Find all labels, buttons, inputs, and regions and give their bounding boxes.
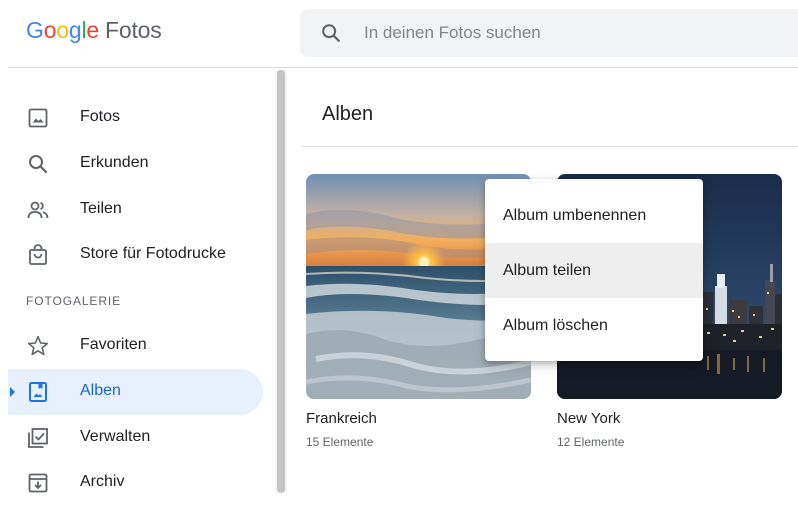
sidebar-item-erkunden[interactable]: Erkunden <box>8 141 263 187</box>
sidebar: Fotos Erkunden Teilen Store für Fotodruc… <box>0 68 275 493</box>
people-icon <box>27 201 49 219</box>
sidebar-item-label: Fotos <box>80 108 121 125</box>
logo-letter: g <box>68 17 82 43</box>
sidebar-scrollbar[interactable] <box>275 70 287 493</box>
logo-letter: e <box>86 17 99 43</box>
sidebar-item-label: Alben <box>80 382 121 399</box>
sidebar-item-label: Erkunden <box>80 154 149 171</box>
utilities-icon <box>28 428 48 448</box>
sidebar-item-archiv[interactable]: Archiv <box>8 460 263 506</box>
menu-item-rename-album[interactable]: Album umbenennen <box>485 188 703 243</box>
album-title[interactable]: New York <box>557 410 620 427</box>
album-title[interactable]: Frankreich <box>306 410 377 427</box>
sidebar-item-fotos[interactable]: Fotos <box>8 95 263 141</box>
google-photos-logo[interactable]: Google Fotos <box>26 17 162 44</box>
menu-item-share-album[interactable]: Album teilen <box>485 243 703 298</box>
page-title: Alben <box>322 103 374 125</box>
star-icon <box>27 336 49 356</box>
sidebar-item-label: Store für Fotodrucke <box>80 245 226 262</box>
search-icon <box>29 155 48 174</box>
logo-letter: o <box>56 17 69 43</box>
title-divider <box>302 146 798 147</box>
album-icon <box>29 382 47 402</box>
sidebar-item-alben[interactable]: Alben <box>8 369 263 415</box>
sidebar-item-label: Archiv <box>80 473 125 490</box>
sidebar-item-verwalten[interactable]: Verwalten <box>8 415 263 461</box>
album-context-menu: Album umbenennen Album teilen Album lösc… <box>485 179 703 361</box>
search-icon[interactable] <box>320 22 342 44</box>
shopping-bag-icon <box>29 244 47 265</box>
menu-item-delete-album[interactable]: Album löschen <box>485 298 703 353</box>
header: Google Fotos <box>0 0 798 68</box>
sidebar-item-label: Verwalten <box>80 428 151 445</box>
sidebar-item-store[interactable]: Store für Fotodrucke <box>8 232 263 278</box>
scrollbar-thumb[interactable] <box>277 70 285 493</box>
album-item-count: 15 Elemente <box>306 435 374 449</box>
album-item-count: 12 Elemente <box>557 435 625 449</box>
archive-icon <box>28 473 48 493</box>
search-input[interactable] <box>362 21 782 45</box>
section-label-fotogalerie: FOTOGALERIE <box>26 294 122 308</box>
search-bar[interactable] <box>300 9 798 57</box>
sidebar-item-teilen[interactable]: Teilen <box>8 187 263 233</box>
logo-letter: G <box>26 17 44 43</box>
photo-icon <box>28 108 48 128</box>
sidebar-item-label: Teilen <box>80 200 122 217</box>
sidebar-item-favoriten[interactable]: Favoriten <box>8 323 263 369</box>
product-name: Fotos <box>105 17 162 43</box>
sidebar-item-label: Favoriten <box>80 336 147 353</box>
active-indicator <box>10 387 15 397</box>
logo-letter: o <box>43 17 57 43</box>
